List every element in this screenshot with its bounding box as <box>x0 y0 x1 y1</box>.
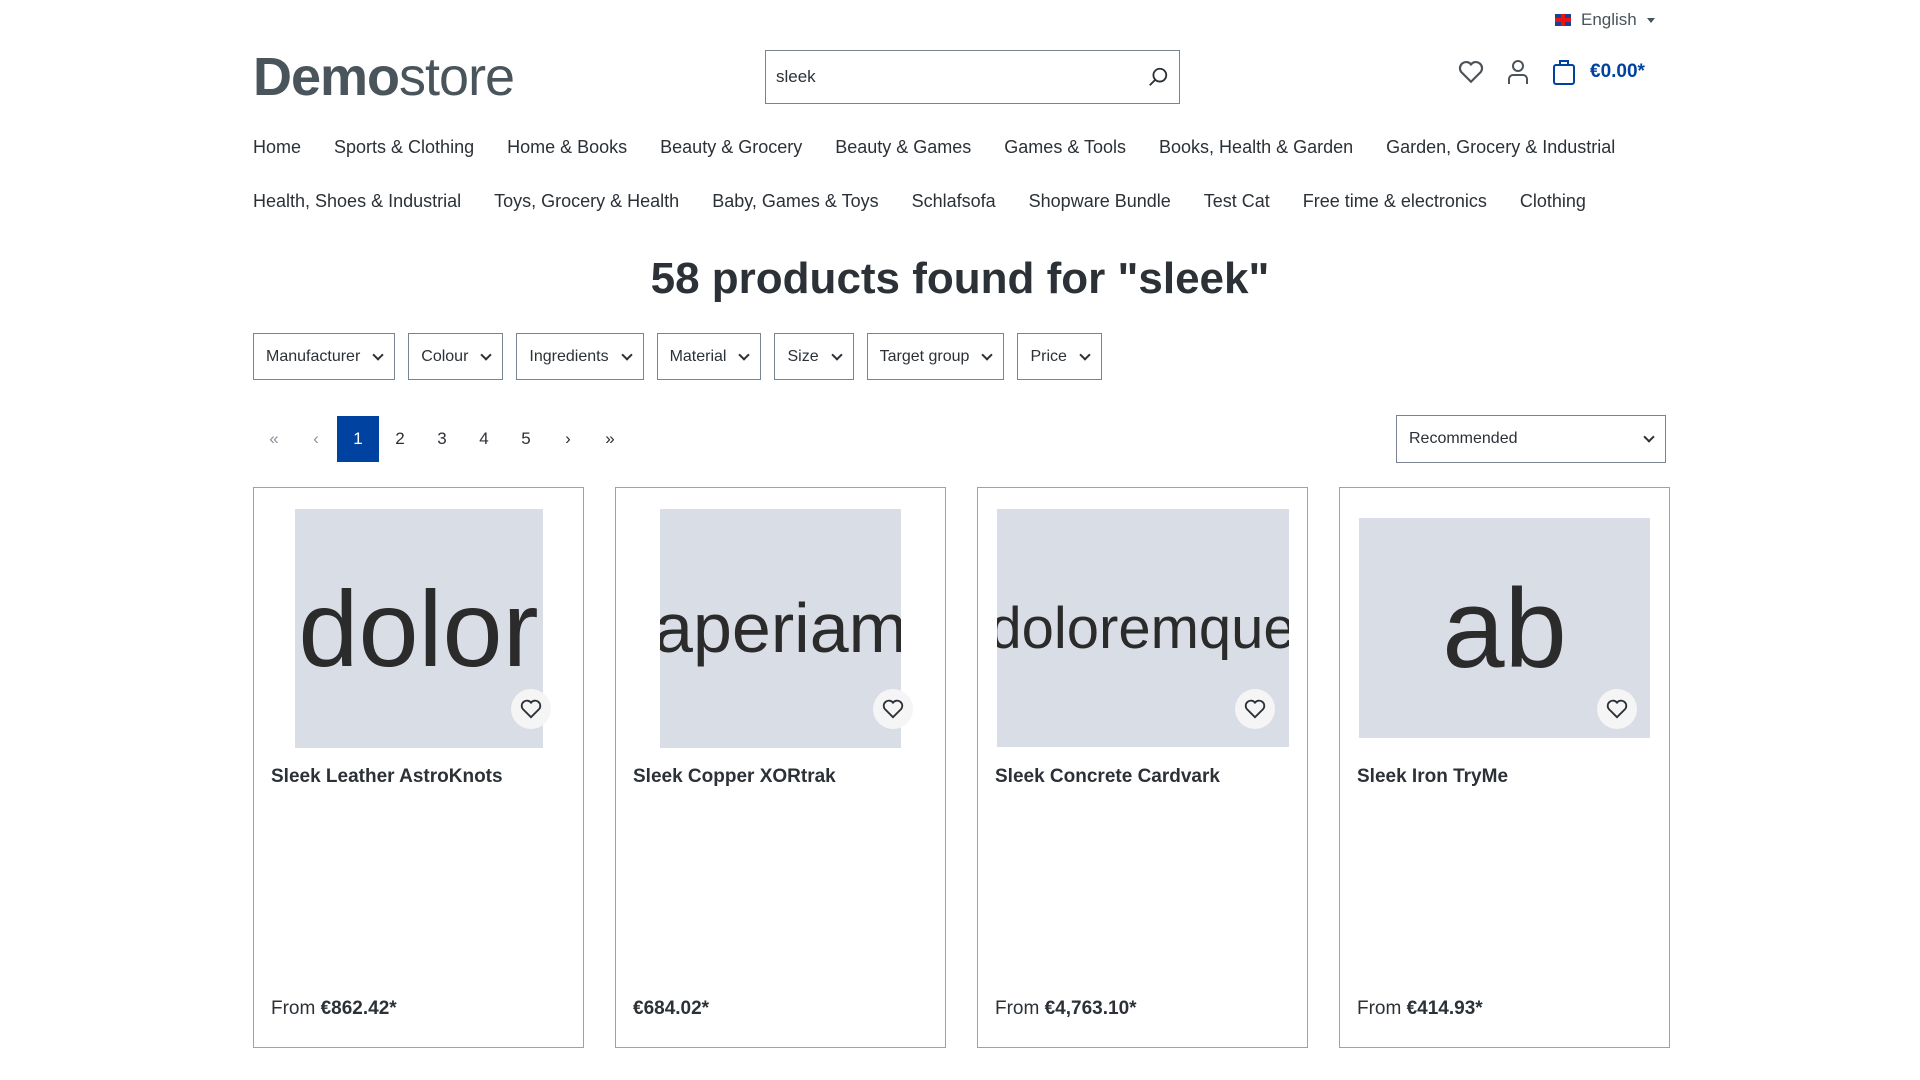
nav-item[interactable]: Baby, Games & Toys <box>712 191 878 212</box>
wishlist-heart-button[interactable] <box>511 689 551 729</box>
chevron-down-icon <box>1643 431 1655 443</box>
product-image[interactable]: dolor <box>294 508 543 748</box>
filter-bar: Manufacturer Colour Ingredients Material… <box>253 333 1102 380</box>
main-nav-row-1: Home Sports & Clothing Home & Books Beau… <box>253 137 1648 158</box>
price-prefix: From <box>271 998 316 1019</box>
page-4-button[interactable]: 4 <box>463 416 505 462</box>
nav-item[interactable]: Home <box>253 137 301 158</box>
price-value: €862.42* <box>320 998 397 1019</box>
filter-label: Material <box>669 347 727 365</box>
logo[interactable]: Demostore <box>253 46 515 108</box>
search-box <box>765 50 1180 104</box>
language-label: English <box>1581 10 1637 29</box>
nav-item[interactable]: Beauty & Games <box>835 137 971 158</box>
heart-icon <box>1244 699 1266 719</box>
product-name[interactable]: Sleek Leather AstroKnots <box>271 766 503 788</box>
nav-item[interactable]: Garden, Grocery & Industrial <box>1386 137 1615 158</box>
product-image[interactable]: aperiam <box>660 508 901 748</box>
nav-item[interactable]: Toys, Grocery & Health <box>494 191 679 212</box>
caret-down-icon <box>1646 17 1655 23</box>
search-icon[interactable] <box>1147 66 1169 88</box>
chevron-down-icon <box>981 348 994 361</box>
last-page-button[interactable]: » <box>589 416 631 462</box>
heart-icon <box>520 699 542 719</box>
sort-selected: Recommended <box>1409 430 1518 447</box>
cart-bag-icon[interactable] <box>1552 58 1576 86</box>
product-price: €684.02* <box>633 998 709 1020</box>
wishlist-heart-button[interactable] <box>873 689 913 729</box>
product-price: From €862.42* <box>271 998 397 1020</box>
chevron-down-icon <box>372 348 384 361</box>
product-name[interactable]: Sleek Iron TryMe <box>1357 766 1508 788</box>
price-prefix: From <box>995 998 1040 1019</box>
filter-material[interactable]: Material <box>656 333 762 380</box>
filter-ingredients[interactable]: Ingredients <box>516 333 644 380</box>
nav-item[interactable]: Health, Shoes & Industrial <box>253 191 461 212</box>
page-title: 58 products found for "sleek" <box>650 254 1270 303</box>
nav-item[interactable]: Sports & Clothing <box>334 137 474 158</box>
filter-manufacturer[interactable]: Manufacturer <box>253 333 396 380</box>
logo-bold: Demo <box>253 47 400 107</box>
price-value: €684.02* <box>633 998 710 1019</box>
chevron-down-icon <box>830 348 843 361</box>
product-price: From €414.93* <box>1357 998 1483 1020</box>
filter-label: Colour <box>421 347 469 365</box>
first-page-button[interactable]: « <box>253 416 295 462</box>
wishlist-heart-icon[interactable] <box>1458 60 1484 84</box>
filter-price[interactable]: Price <box>1017 333 1102 380</box>
nav-item[interactable]: Free time & electronics <box>1303 191 1487 212</box>
filter-target-group[interactable]: Target group <box>866 333 1005 380</box>
product-card[interactable]: doloremque Sleek Concrete Cardvark From … <box>977 487 1308 1048</box>
page-3-button[interactable]: 3 <box>421 416 463 462</box>
language-switcher[interactable]: English <box>1555 10 1655 30</box>
filter-label: Target group <box>879 347 970 365</box>
chevron-down-icon <box>620 348 633 361</box>
page-2-button[interactable]: 2 <box>379 416 421 462</box>
product-price: From €4,763.10* <box>995 998 1137 1020</box>
nav-item[interactable]: Schlafsofa <box>912 191 996 212</box>
logo-light: store <box>399 47 515 107</box>
price-value: €414.93* <box>1406 998 1483 1019</box>
header-actions: €0.00* <box>1458 58 1645 86</box>
product-card[interactable]: ab Sleek Iron TryMe From €414.93* <box>1339 487 1670 1048</box>
filter-label: Price <box>1030 347 1067 365</box>
filter-colour[interactable]: Colour <box>408 333 504 380</box>
filter-label: Size <box>787 347 819 365</box>
product-name[interactable]: Sleek Copper XORtrak <box>633 766 836 788</box>
uk-flag-icon <box>1555 14 1571 26</box>
page-1-button[interactable]: 1 <box>337 416 379 462</box>
page-5-button[interactable]: 5 <box>505 416 547 462</box>
next-page-button[interactable]: › <box>547 416 589 462</box>
sort-select[interactable]: Recommended <box>1396 415 1666 463</box>
prev-page-button[interactable]: ‹ <box>295 416 337 462</box>
chevron-down-icon <box>738 348 751 361</box>
product-card[interactable]: dolor Sleek Leather AstroKnots From €862… <box>253 487 584 1048</box>
nav-item[interactable]: Games & Tools <box>1004 137 1126 158</box>
price-prefix: From <box>1357 998 1402 1019</box>
wishlist-heart-button[interactable] <box>1597 689 1637 729</box>
nav-item[interactable]: Test Cat <box>1204 191 1270 212</box>
product-grid: dolor Sleek Leather AstroKnots From €862… <box>253 487 1670 1048</box>
product-card[interactable]: aperiam Sleek Copper XORtrak €684.02* <box>615 487 946 1048</box>
chevron-down-icon <box>480 348 493 361</box>
nav-item[interactable]: Beauty & Grocery <box>660 137 802 158</box>
pagination: « ‹ 1 2 3 4 5 › » <box>253 416 631 462</box>
search-input[interactable] <box>776 67 1147 87</box>
cart-total[interactable]: €0.00* <box>1590 61 1645 83</box>
filter-label: Manufacturer <box>266 347 361 365</box>
nav-item[interactable]: Shopware Bundle <box>1029 191 1171 212</box>
chevron-down-icon <box>1079 348 1091 361</box>
wishlist-heart-button[interactable] <box>1235 689 1275 729</box>
nav-item[interactable]: Books, Health & Garden <box>1159 137 1353 158</box>
nav-item[interactable]: Clothing <box>1520 191 1586 212</box>
price-value: €4,763.10* <box>1044 998 1137 1019</box>
filter-size[interactable]: Size <box>774 333 854 380</box>
product-name[interactable]: Sleek Concrete Cardvark <box>995 766 1220 788</box>
heart-icon <box>1606 699 1628 719</box>
main-nav-row-2: Health, Shoes & Industrial Toys, Grocery… <box>253 191 1619 212</box>
heart-icon <box>882 699 904 719</box>
filter-label: Ingredients <box>529 347 609 365</box>
account-icon[interactable] <box>1506 59 1530 85</box>
nav-item[interactable]: Home & Books <box>507 137 627 158</box>
